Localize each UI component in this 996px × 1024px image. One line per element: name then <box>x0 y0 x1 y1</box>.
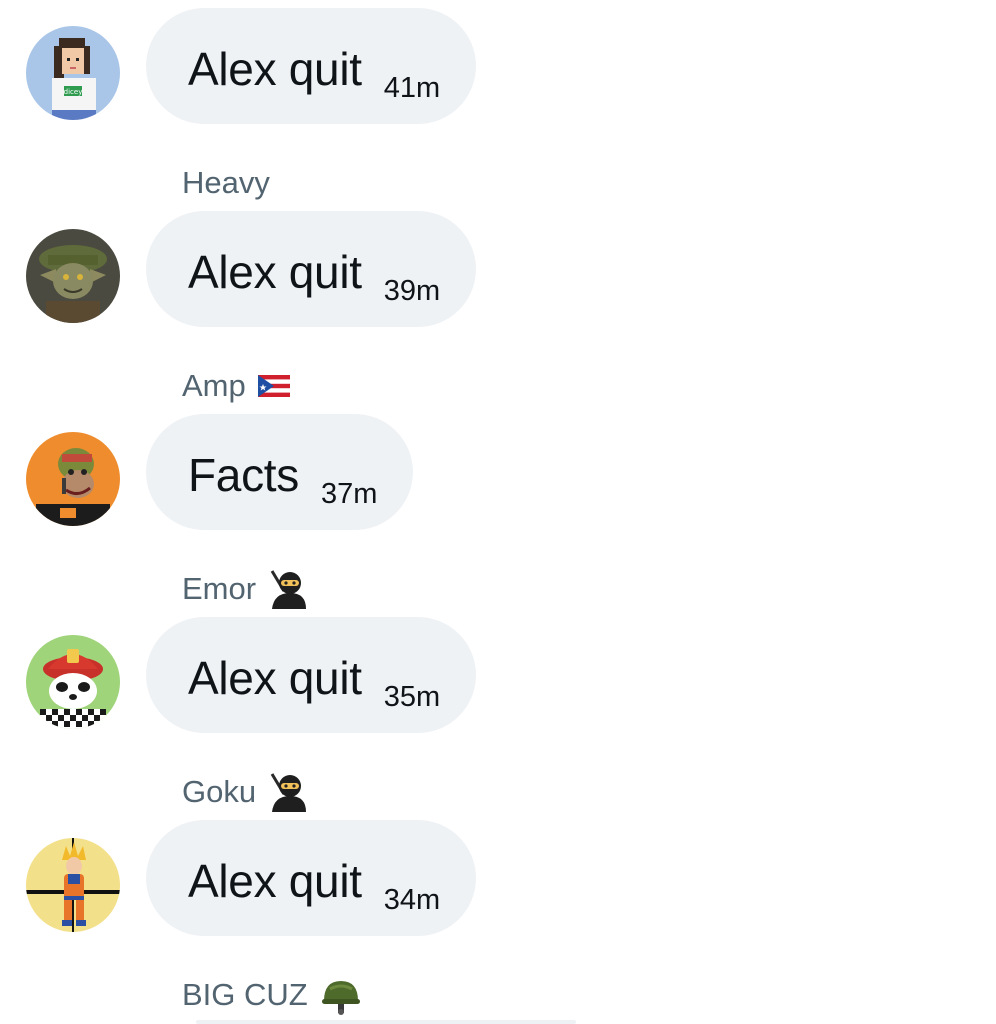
sender-name-text: BIG CUZ <box>182 977 308 1012</box>
ninja-icon <box>268 569 307 609</box>
message-text: Alex quit <box>188 43 362 95</box>
firefighter-panda-avatar <box>26 635 120 729</box>
message-bubble[interactable]: Alex quit 41m <box>146 8 477 124</box>
svg-text:dicey: dicey <box>64 88 83 96</box>
message-text: Alex quit <box>188 855 362 907</box>
avatar[interactable] <box>26 432 120 526</box>
message-text: Alex quit <box>188 652 362 704</box>
message-bubble[interactable]: Alex quit 39m <box>146 211 477 327</box>
message-timestamp: 34m <box>383 884 441 916</box>
sender-name[interactable]: Heavy <box>182 163 270 203</box>
message-bubble-cutoff <box>196 1020 576 1024</box>
avatar[interactable] <box>26 635 120 729</box>
ape-orange-avatar <box>26 432 120 526</box>
dicey-pixel-girl-avatar: dicey <box>26 26 120 120</box>
sender-name[interactable]: Amp <box>182 366 290 406</box>
sender-name-text: Amp <box>182 368 246 403</box>
goblin-soldier-avatar <box>26 229 120 323</box>
ninja-icon <box>268 772 307 812</box>
avatar[interactable] <box>26 838 120 932</box>
puerto-rico-flag-icon <box>257 375 290 397</box>
sender-name[interactable]: Goku <box>182 772 307 812</box>
message-bubble[interactable]: Alex quit 35m <box>146 617 477 733</box>
military-helmet-icon <box>320 975 362 1015</box>
message-text: Facts <box>188 449 299 501</box>
sender-name-text: Heavy <box>182 165 270 200</box>
message-timestamp: 39m <box>383 275 441 307</box>
message-timestamp: 41m <box>383 72 441 104</box>
avatar[interactable] <box>26 229 120 323</box>
message-timestamp: 35m <box>383 681 441 713</box>
sender-name-text: Emor <box>182 571 257 606</box>
message-bubble[interactable]: Facts 37m <box>146 414 414 530</box>
sender-name[interactable]: Emor <box>182 569 307 609</box>
goku-avatar <box>26 838 120 932</box>
sender-name-text: Goku <box>182 774 257 809</box>
message-timestamp: 37m <box>320 478 378 510</box>
sender-name[interactable]: BIG CUZ <box>182 975 362 1015</box>
message-bubble[interactable]: Alex quit 34m <box>146 820 477 936</box>
message-text: Alex quit <box>188 246 362 298</box>
avatar[interactable]: dicey <box>26 26 120 120</box>
